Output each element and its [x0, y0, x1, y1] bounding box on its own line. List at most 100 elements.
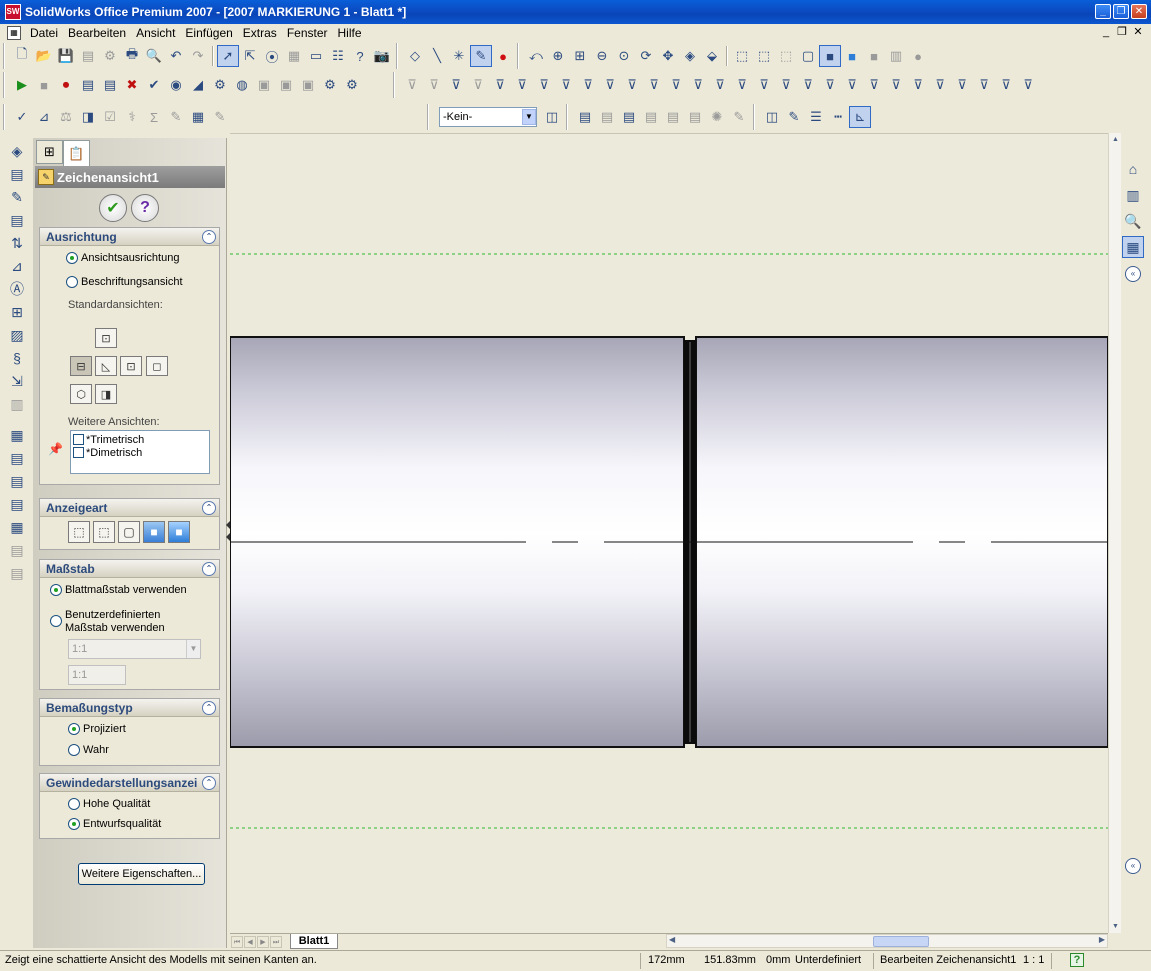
display-wireframe-button[interactable]: ⬚: [68, 521, 90, 543]
camera-icon[interactable]: 📷: [371, 45, 393, 67]
view-bottom-button[interactable]: ◨: [95, 384, 117, 404]
filter-16-icon[interactable]: ⊽: [731, 74, 753, 96]
filter-8-icon[interactable]: ⊽: [555, 74, 577, 96]
scroll-right-icon[interactable]: ▶: [1099, 935, 1105, 944]
vt-note-icon[interactable]: ✎: [6, 186, 28, 208]
scale-combo[interactable]: 1:1 ▼: [68, 639, 201, 659]
hide-show-edges-icon[interactable]: ⊾: [849, 106, 871, 128]
hidden-lines-removed-icon[interactable]: ⬚: [775, 45, 797, 67]
sheet-tab-blatt1[interactable]: Blatt1: [290, 934, 338, 949]
filter-25-icon[interactable]: ⊽: [929, 74, 951, 96]
update-view-icon[interactable]: ✎: [728, 106, 750, 128]
equations-icon[interactable]: ✎: [165, 106, 187, 128]
addin-6-icon[interactable]: ▣: [253, 74, 275, 96]
filter-14-icon[interactable]: ⊽: [687, 74, 709, 96]
view-palette-icon[interactable]: ▦: [1122, 236, 1144, 258]
cancel-macro-icon[interactable]: ✖: [121, 74, 143, 96]
more-properties-button[interactable]: Weitere Eigenschaften...: [78, 863, 205, 885]
file-explorer-icon[interactable]: 🔍: [1122, 210, 1144, 232]
statistics-icon[interactable]: ✎: [209, 106, 231, 128]
sketch-icon[interactable]: ✎: [470, 45, 492, 67]
radio-custom-scale[interactable]: Benutzerdefinierten Maßstab verwenden: [50, 609, 165, 635]
run-macro-icon[interactable]: ▶: [11, 74, 33, 96]
model-view-icon[interactable]: ▤: [574, 106, 596, 128]
new-macro-icon[interactable]: ▤: [77, 74, 99, 96]
radio-view-orientation[interactable]: Ansichtsausrichtung: [66, 252, 179, 264]
shaded-icon[interactable]: ■: [841, 45, 863, 67]
wireframe-icon[interactable]: ⬚: [731, 45, 753, 67]
radio-projected[interactable]: Projiziert: [68, 723, 126, 735]
display-shaded-edges-button[interactable]: ■: [143, 521, 165, 543]
pm-help-button[interactable]: ?: [131, 194, 159, 222]
addin-9-icon[interactable]: ⚙: [319, 74, 341, 96]
select-pointer-icon[interactable]: ➚: [217, 45, 239, 67]
menu-extras[interactable]: Extras: [238, 26, 282, 40]
filter-10-icon[interactable]: ⊽: [599, 74, 621, 96]
print-preview-icon[interactable]: 🔍: [143, 45, 165, 67]
addin-2-icon[interactable]: ◉: [165, 74, 187, 96]
vt-dimension-icon[interactable]: ◈: [6, 140, 28, 162]
realview-icon[interactable]: ●: [907, 45, 929, 67]
radio-annotation-view[interactable]: Beschriftungsansicht: [66, 276, 183, 288]
vt-balloon-icon[interactable]: ▤: [6, 209, 28, 231]
filter-12-icon[interactable]: ⊽: [643, 74, 665, 96]
filter-24-icon[interactable]: ⊽: [907, 74, 929, 96]
vt-general-table-icon[interactable]: ▦: [6, 516, 28, 538]
new-document-icon[interactable]: 🗋: [11, 45, 33, 67]
scroll-up-icon[interactable]: ▲: [1109, 133, 1122, 146]
menu-datei[interactable]: Datei: [25, 26, 63, 40]
vt-weldment-table-icon[interactable]: ▤: [6, 539, 28, 561]
rotate-icon[interactable]: ⟳: [635, 45, 657, 67]
status-help-icon[interactable]: ?: [1070, 953, 1084, 967]
filter-7-icon[interactable]: ⊽: [533, 74, 555, 96]
filter-2-icon[interactable]: ⊽: [423, 74, 445, 96]
filter-21-icon[interactable]: ⊽: [841, 74, 863, 96]
shaded-with-edges-icon[interactable]: ■: [819, 45, 841, 67]
collapse-icon[interactable]: ⌃: [202, 562, 216, 576]
doc-close-button[interactable]: ✕: [1131, 25, 1145, 39]
close-button[interactable]: ✕: [1131, 4, 1147, 19]
vt-revision-table-icon[interactable]: ▤: [6, 470, 28, 492]
vt-surface-finish-icon[interactable]: ⊿: [6, 255, 28, 277]
view-orientation-icon[interactable]: ⬙: [701, 45, 723, 67]
scroll-down-icon[interactable]: ▼: [1109, 920, 1122, 933]
addin-5-icon[interactable]: ◍: [231, 74, 253, 96]
layer-properties-icon[interactable]: ◫: [541, 106, 563, 128]
vertical-scrollbar[interactable]: ▲ ▼: [1108, 133, 1121, 933]
zoom-to-fit-icon[interactable]: ⊕: [547, 45, 569, 67]
vt-bom-icon[interactable]: ▤: [6, 447, 28, 469]
vt-auto-balloon-icon[interactable]: ⇅: [6, 232, 28, 254]
previous-view-icon[interactable]: ⤺: [525, 45, 547, 67]
expand-task-pane-icon[interactable]: «: [1125, 266, 1141, 282]
menu-einfuegen[interactable]: Einfügen: [180, 26, 237, 40]
spell-check-icon[interactable]: ✓: [11, 106, 33, 128]
feature-manager-tab[interactable]: ⊞: [36, 140, 63, 164]
zoom-in-out-icon[interactable]: ⊖: [591, 45, 613, 67]
minimize-button[interactable]: _: [1095, 4, 1111, 19]
addin-1-icon[interactable]: ✔: [143, 74, 165, 96]
vt-model-items-icon[interactable]: ▤: [6, 163, 28, 185]
drawing-view[interactable]: [229, 134, 1109, 934]
vt-datum-target-icon[interactable]: ⇲: [6, 370, 28, 392]
menu-hilfe[interactable]: Hilfe: [333, 26, 367, 40]
collapse-icon[interactable]: ⌃: [202, 701, 216, 715]
print-icon[interactable]: 🖶: [121, 45, 143, 67]
next-sheet-icon[interactable]: ▶: [257, 935, 269, 948]
shaded-edges-light-icon[interactable]: ▢: [797, 45, 819, 67]
grid-icon[interactable]: ▦: [283, 45, 305, 67]
view-top-button[interactable]: ⊡: [95, 328, 117, 348]
display-hidden-removed-button[interactable]: ▢: [118, 521, 140, 543]
vt-weld-symbol-icon[interactable]: Ⓐ: [6, 278, 28, 300]
traffic-light-icon[interactable]: ⦿: [261, 45, 283, 67]
vt-datum-feature-icon[interactable]: §: [6, 347, 28, 369]
filter-3-icon[interactable]: ⊽: [445, 74, 467, 96]
document-icon[interactable]: ▦: [7, 26, 21, 40]
filter-22-icon[interactable]: ⊽: [863, 74, 885, 96]
dimension-type-group-header[interactable]: Bemaßungstyp ⌃: [40, 699, 219, 717]
open-folder-icon[interactable]: 📂: [33, 45, 55, 67]
filter-28-icon[interactable]: ⊽: [995, 74, 1017, 96]
ok-button[interactable]: ✔: [99, 194, 127, 222]
filter-6-icon[interactable]: ⊽: [511, 74, 533, 96]
point-icon[interactable]: ✳: [448, 45, 470, 67]
section-properties-icon[interactable]: ◨: [77, 106, 99, 128]
